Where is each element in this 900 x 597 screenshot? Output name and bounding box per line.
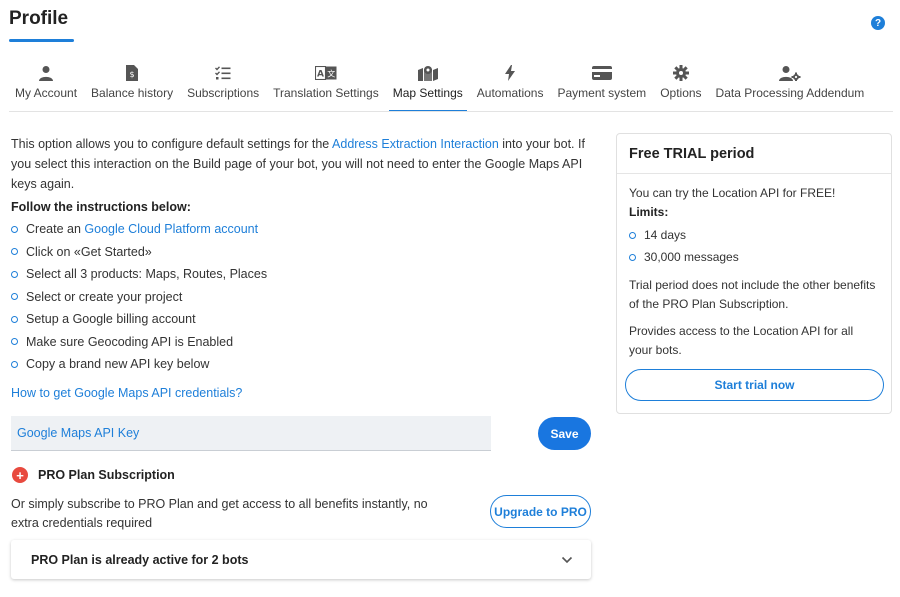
tab-label: Data Processing Addendum [715,86,865,100]
step-text: Select or create your project [26,289,183,304]
list-item: Copy a brand new API key below [11,353,267,376]
save-button[interactable]: Save [538,417,591,450]
bolt-icon [505,62,516,84]
translate-icon: A文 [314,62,337,84]
intro-text-before: This option allows you to configure defa… [11,137,333,151]
trial-note-benefits: Trial period does not include the other … [629,278,876,311]
invoice-icon: $ [126,62,139,84]
tab-my-account[interactable]: My Account [9,62,84,112]
pro-plan-active-accordion[interactable]: PRO Plan is already active for 2 bots [11,540,591,579]
how-to-get-credentials-link[interactable]: How to get Google Maps API credentials? [11,386,242,400]
checklist-icon [215,62,231,84]
pro-plan-title: PRO Plan Subscription [38,468,175,482]
accordion-label: PRO Plan is already active for 2 bots [31,552,249,567]
tab-label: My Account [15,86,78,100]
bullet-icon [11,315,18,323]
tab-data-processing-addendum[interactable]: Data Processing Addendum [709,62,872,112]
tab-options[interactable]: Options [653,62,708,112]
bullet-icon [629,231,636,239]
trial-limits-label: Limits: [629,205,669,219]
tab-label: Automations [476,86,544,100]
trial-card-body: You can try the Location API for FREE! L… [617,174,891,360]
tab-label: Subscriptions [187,86,260,100]
bullet-icon [629,253,636,261]
list-item: Setup a Google billing account [11,308,267,331]
pro-plus-icon: + [12,467,28,483]
instructions-list: Create an Google Cloud Platform account … [11,218,267,376]
pro-plan-description: Or simply subscribe to PRO Plan and get … [11,497,428,530]
title-underline [9,39,74,42]
intro-text: This option allows you to configure defa… [11,134,601,194]
step-text: Make sure Geocoding API is Enabled [26,334,234,349]
tabs-divider [9,111,893,112]
step-text: Copy a brand new API key below [26,357,210,372]
help-icon[interactable]: ? [871,16,885,30]
page-title: Profile [9,8,69,29]
list-item: Make sure Geocoding API is Enabled [11,331,267,354]
tab-label: Map Settings [392,86,463,100]
list-item: 30,000 messages [629,246,879,268]
list-item: Create an Google Cloud Platform account [11,218,267,241]
list-item: 14 days [629,224,879,246]
list-item: Click on «Get Started» [11,241,267,264]
pro-plan-heading: + PRO Plan Subscription [11,467,175,483]
gear-icon [672,62,689,84]
user-gear-icon [778,62,801,84]
start-trial-button[interactable]: Start trial now [625,369,884,401]
google-maps-api-key-input[interactable] [11,416,491,451]
tab-payment-system[interactable]: Payment system [550,62,653,112]
trial-intro: You can try the Location API for FREE! [629,186,836,200]
bullet-icon [11,360,18,368]
map-icon [417,62,438,84]
svg-text:$: $ [130,70,135,79]
upgrade-to-pro-button[interactable]: Upgrade to PRO [490,495,591,528]
tab-label: Options [660,86,702,100]
instructions-title: Follow the instructions below: [11,200,191,214]
address-extraction-link[interactable]: Address Extraction Interaction [332,137,499,151]
tab-label: Balance history [91,86,174,100]
trial-note-access: Provides access to the Location API for … [629,324,854,357]
bullet-icon [11,270,18,278]
step-text: Select all 3 products: Maps, Routes, Pla… [26,267,268,282]
step-text: Create an [26,222,81,237]
bullet-icon [11,338,18,346]
limit-text: 14 days [644,227,687,242]
svg-text:A: A [317,70,324,80]
tab-map-settings[interactable]: Map Settings [386,62,470,112]
bullet-icon [11,225,18,233]
limit-text: 30,000 messages [644,249,739,264]
google-cloud-link[interactable]: Google Cloud Platform account [84,222,258,236]
step-text: Click on «Get Started» [26,244,152,259]
tab-translation-settings[interactable]: A文 Translation Settings [266,62,386,112]
list-item: Select or create your project [11,286,267,309]
chevron-down-icon [561,553,573,567]
svg-text:文: 文 [327,69,335,79]
free-trial-card: Free TRIAL period You can try the Locati… [616,133,892,414]
trial-limits-list: 14 days 30,000 messages [629,224,879,268]
credit-card-icon [591,62,612,84]
step-text: Setup a Google billing account [26,312,196,327]
trial-card-title: Free TRIAL period [617,134,891,174]
tab-label: Payment system [557,86,647,100]
list-item: Select all 3 products: Maps, Routes, Pla… [11,263,267,286]
bullet-icon [11,293,18,301]
profile-tabs: My Account $ Balance history Subscriptio… [9,62,871,112]
tab-label: Translation Settings [273,86,379,100]
tab-balance-history[interactable]: $ Balance history [84,62,180,112]
tab-subscriptions[interactable]: Subscriptions [180,62,266,112]
user-icon [38,62,54,84]
bullet-icon [11,248,18,256]
tab-automations[interactable]: Automations [470,62,551,112]
